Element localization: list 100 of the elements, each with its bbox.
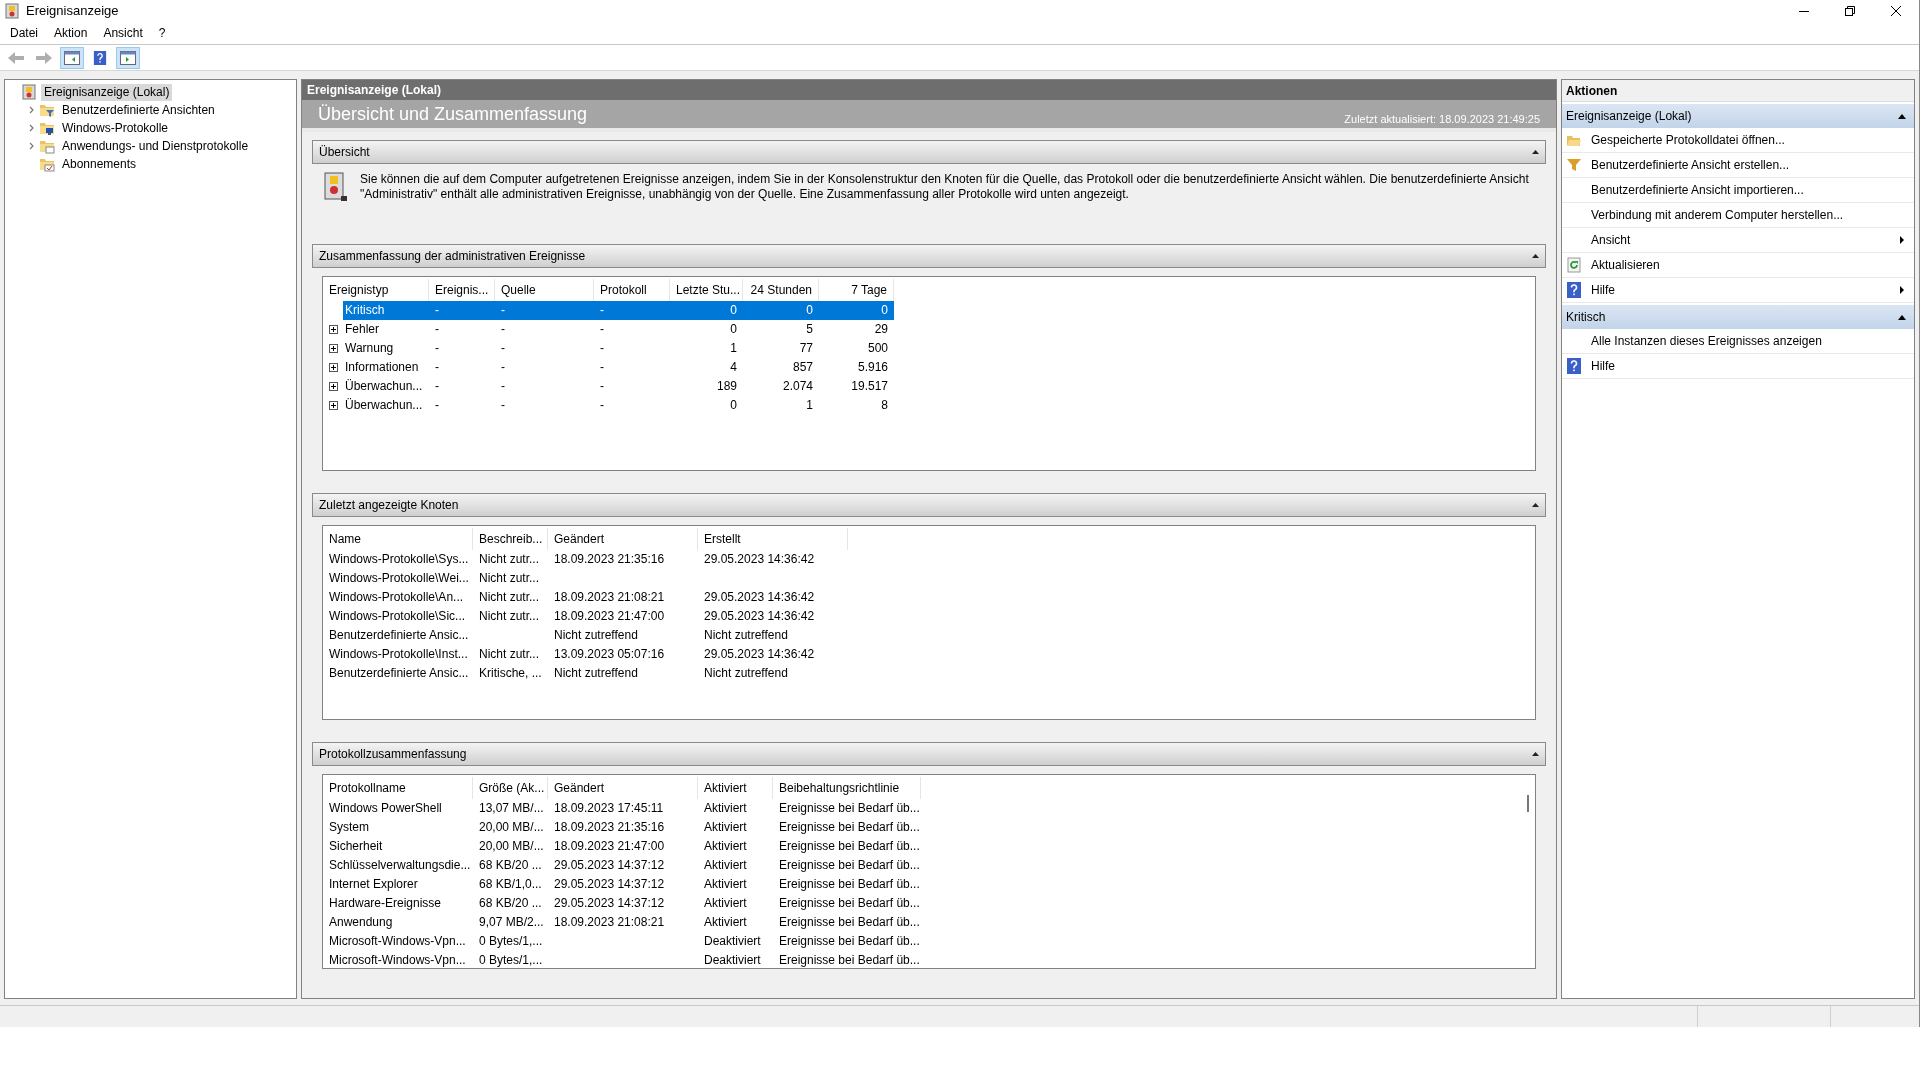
action-item[interactable]: Benutzerdefinierte Ansicht importieren... bbox=[1562, 178, 1914, 203]
refresh-icon bbox=[1566, 257, 1582, 273]
table-cell-text: Benutzerdefinierte Ansic... bbox=[328, 627, 470, 644]
section-header[interactable]: Zuletzt angezeigte Knoten bbox=[312, 493, 1546, 517]
table-cell-text: 0 Bytes/1,... bbox=[478, 952, 544, 969]
expand-icon[interactable] bbox=[328, 401, 338, 410]
column-header[interactable]: Geändert bbox=[548, 528, 698, 550]
table-cell-text: Windows PowerShell bbox=[328, 800, 443, 817]
collapse-icon[interactable] bbox=[1532, 254, 1539, 258]
table-cell-text: Nicht zutr... bbox=[478, 646, 541, 663]
table-cell-text: Windows-Protokolle\Inst... bbox=[328, 646, 469, 663]
submenu-arrow-icon bbox=[1900, 236, 1904, 244]
table-cell-text: Nicht zutr... bbox=[478, 551, 541, 568]
collapse-icon[interactable] bbox=[1532, 752, 1539, 756]
table-cell: 0 bbox=[743, 301, 819, 320]
column-header[interactable]: Geändert bbox=[548, 777, 698, 799]
table-cell-text: Nicht zutreffend bbox=[553, 665, 639, 682]
table-cell[interactable]: Überwachun... bbox=[343, 396, 429, 415]
column-header[interactable]: Erstellt bbox=[698, 528, 848, 550]
column-header[interactable]: Protokollname bbox=[323, 777, 473, 799]
action-group-header[interactable]: Kritisch bbox=[1562, 305, 1914, 329]
table-cell-text: 0 Bytes/1,... bbox=[478, 933, 544, 950]
action-item[interactable]: Hilfe bbox=[1562, 354, 1914, 379]
section-header[interactable]: Übersicht bbox=[312, 140, 1546, 164]
column-header[interactable]: Name bbox=[323, 528, 473, 550]
table-cell-text: Aktiviert bbox=[703, 819, 748, 836]
action-item[interactable]: Benutzerdefinierte Ansicht erstellen... bbox=[1562, 153, 1914, 178]
table-cell-text: 18.09.2023 21:35:16 bbox=[553, 551, 666, 568]
table-cell-text: Ereignisse bei Bedarf üb... bbox=[778, 876, 921, 893]
table-cell-text: 1 bbox=[729, 340, 738, 357]
action-item[interactable]: Alle Instanzen dieses Ereignisses anzeigen bbox=[1562, 329, 1914, 354]
tree-item[interactable]: Anwendungs- und Dienstprotokolle bbox=[59, 137, 252, 155]
column-header[interactable]: Beibehaltungsrichtlinie bbox=[773, 777, 921, 799]
table-cell-text: - bbox=[599, 397, 605, 414]
table-cell-text: Ereignisse bei Bedarf üb... bbox=[778, 933, 921, 950]
table-cell-text: Nicht zutreffend bbox=[553, 627, 639, 644]
action-item[interactable]: Hilfe bbox=[1562, 278, 1914, 303]
table-cell[interactable]: Warnung bbox=[343, 339, 429, 358]
table-cell[interactable]: Kritisch bbox=[343, 301, 429, 320]
action-item[interactable]: Gespeicherte Protokolldatei öffnen... bbox=[1562, 128, 1914, 153]
section-header[interactable]: Zusammenfassung der administrativen Ereignisse bbox=[312, 244, 1546, 268]
table-cell-text: Ereignisse bei Bedarf üb... bbox=[778, 819, 921, 836]
menu-item[interactable]: ? bbox=[150, 24, 174, 42]
expand-icon[interactable] bbox=[328, 344, 338, 353]
action-item[interactable]: Aktualisieren bbox=[1562, 253, 1914, 278]
table-cell[interactable]: Informationen bbox=[343, 358, 429, 377]
table-cell-text: 13.09.2023 05:07:16 bbox=[553, 646, 666, 663]
table-cell-text: Windows-Protokolle\Sys... bbox=[328, 551, 470, 568]
tree-item[interactable]: Abonnements bbox=[59, 155, 140, 173]
last-updated: Zuletzt aktualisiert: 18.09.2023 21:49:25 bbox=[1344, 111, 1540, 127]
table-cell-text: - bbox=[434, 397, 440, 414]
table-cell[interactable]: Fehler bbox=[343, 320, 429, 339]
expand-icon[interactable] bbox=[328, 325, 338, 334]
collapse-icon[interactable] bbox=[1898, 314, 1906, 320]
table-cell-text: Deaktiviert bbox=[703, 933, 762, 950]
column-header[interactable]: Aktiviert bbox=[698, 777, 773, 799]
tree-item[interactable]: Benutzerdefinierte Ansichten bbox=[59, 101, 218, 119]
table-cell-text: Hardware-Ereignisse bbox=[328, 895, 443, 912]
expand-icon[interactable] bbox=[328, 382, 338, 391]
menu-item[interactable]: Ansicht bbox=[95, 24, 151, 42]
action-pane-icon[interactable] bbox=[120, 50, 136, 65]
action-group-header[interactable]: Ereignisanzeige (Lokal) bbox=[1562, 104, 1914, 128]
menu-item[interactable]: Datei bbox=[2, 24, 46, 42]
column-header[interactable]: Beschreib... bbox=[473, 528, 548, 550]
table-cell-text: 189 bbox=[715, 378, 738, 395]
chevron-right-icon[interactable] bbox=[28, 142, 36, 150]
menu-item[interactable]: Aktion bbox=[46, 24, 96, 42]
expand-icon[interactable] bbox=[328, 363, 338, 372]
section-header[interactable]: Protokollzusammenfassung bbox=[312, 742, 1546, 766]
actions-header: Aktionen bbox=[1562, 80, 1914, 102]
collapse-icon[interactable] bbox=[1532, 150, 1539, 154]
table-cell-text: Kritische, ... bbox=[478, 665, 543, 682]
column-header[interactable]: Größe (Ak... bbox=[473, 777, 548, 799]
table-cell-text: Deaktiviert bbox=[703, 952, 762, 969]
table-cell-text: 18.09.2023 21:47:00 bbox=[553, 838, 666, 855]
table-cell-text: 68 KB/1,0... bbox=[478, 876, 543, 893]
tree-item[interactable]: Ereignisanzeige (Lokal) bbox=[41, 83, 173, 101]
collapse-icon[interactable] bbox=[1898, 113, 1906, 119]
table-cell-text: System bbox=[328, 819, 370, 836]
action-item[interactable]: Ansicht bbox=[1562, 228, 1914, 253]
table-cell-text: Aktiviert bbox=[703, 838, 748, 855]
table-cell-text: Ereignisse bei Bedarf üb... bbox=[778, 800, 921, 817]
table-cell-text: 18.09.2023 21:47:00 bbox=[553, 608, 666, 625]
table-cell-text: Microsoft-Windows-Vpn... bbox=[328, 952, 467, 969]
table-cell-text: 500 bbox=[866, 340, 889, 357]
action-item[interactable]: Verbindung mit anderem Computer herstellen... bbox=[1562, 203, 1914, 228]
chevron-right-icon[interactable] bbox=[28, 124, 36, 132]
table-cell-text: 29.05.2023 14:37:12 bbox=[553, 895, 666, 912]
table-cell-text: 68 KB/20 ... bbox=[478, 857, 543, 874]
table-cell[interactable]: Überwachun... bbox=[343, 377, 429, 396]
table-cell-text: 29.05.2023 14:36:42 bbox=[703, 608, 816, 625]
collapse-icon[interactable] bbox=[1532, 503, 1539, 507]
app-icon bbox=[4, 3, 20, 19]
folder-funnel-icon bbox=[39, 102, 55, 118]
tree-item[interactable]: Windows-Protokolle bbox=[59, 119, 172, 137]
chevron-right-icon[interactable] bbox=[28, 106, 36, 114]
table-cell-text: - bbox=[434, 378, 440, 395]
console-tree-icon[interactable] bbox=[64, 50, 80, 65]
folder-computer-icon bbox=[39, 120, 55, 136]
table-cell-text: Nicht zutr... bbox=[478, 608, 541, 625]
